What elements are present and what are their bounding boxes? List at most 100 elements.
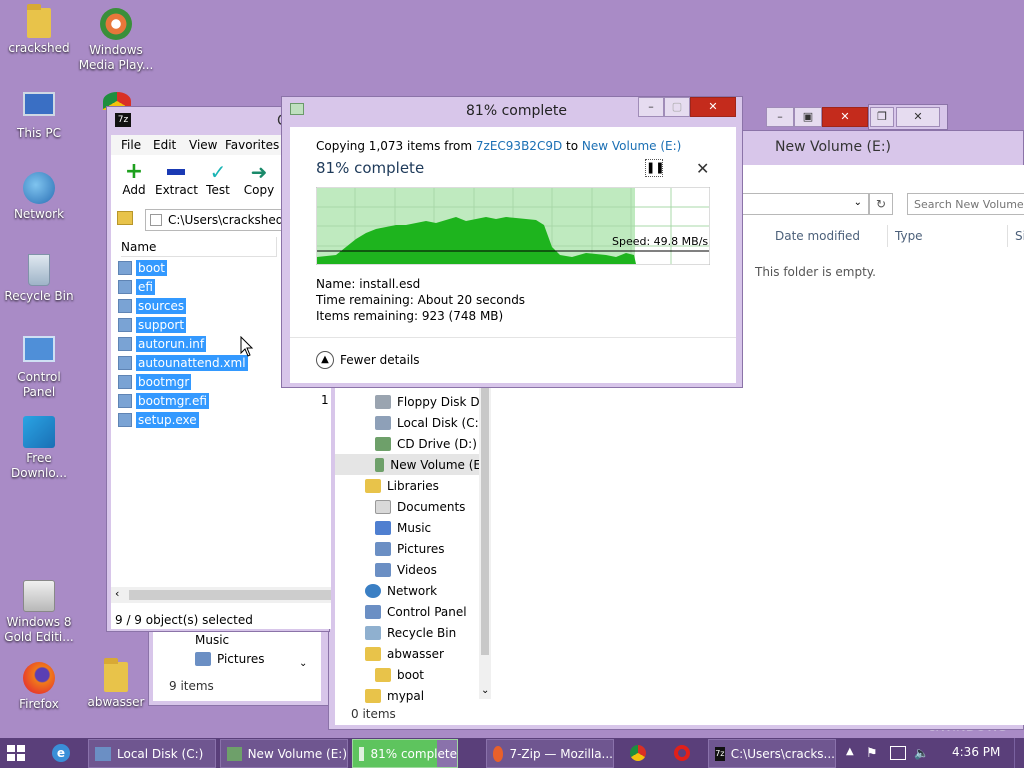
speed-label: Speed: 49.8 MB/s	[612, 235, 708, 248]
nav-item-recycle-bin[interactable]: Recycle Bin	[365, 622, 456, 643]
nav-item-pictures[interactable]: Pictures	[375, 538, 445, 559]
toolbar-extract[interactable]: Extract	[155, 161, 198, 197]
column-name[interactable]: Name	[121, 237, 277, 257]
nav-scrollbar[interactable]	[479, 387, 491, 699]
menu-favorites[interactable]: Favorites	[225, 138, 279, 152]
folder-icon	[375, 667, 391, 682]
file-row[interactable]: setup.exe	[118, 410, 199, 429]
maximize-button[interactable]: ▢	[664, 97, 690, 117]
progress-heading: 81% complete	[316, 159, 425, 177]
network-icon	[23, 172, 55, 204]
show-hidden-icons[interactable]: ▲	[846, 746, 854, 757]
nav-item-music[interactable]: Music	[375, 517, 431, 538]
toolbar-copy[interactable]: ➜ Copy	[241, 161, 277, 197]
menu-edit[interactable]: Edit	[153, 138, 176, 152]
nav-item-local-disk-c[interactable]: Local Disk (C:)	[375, 412, 481, 433]
taskbar-item-new-volume[interactable]: New Volume (E:)	[220, 739, 348, 768]
fewer-details-toggle[interactable]: ▲ Fewer details	[316, 351, 420, 369]
clock[interactable]: 4:36 PM	[952, 745, 1000, 759]
nav-item-control-panel[interactable]: Control Panel	[365, 601, 467, 622]
minimize-button[interactable]: –	[766, 107, 794, 127]
recycle-bin-icon	[28, 254, 50, 286]
desktop-icon-control-panel[interactable]: Control Panel	[1, 336, 77, 400]
desktop-icon-windows-media-player[interactable]: Windows Media Play...	[78, 8, 154, 73]
computer-icon	[23, 92, 55, 116]
horizontal-scrollbar[interactable]: ‹	[111, 587, 331, 603]
drive-icon	[375, 415, 391, 430]
network-tray-icon[interactable]	[890, 746, 906, 760]
nav-item-cd-drive[interactable]: CD Drive (D:) W	[375, 433, 481, 454]
taskbar-item-7zip[interactable]: 7z C:\Users\cracks...	[708, 739, 836, 768]
file-row[interactable]: support	[118, 315, 187, 334]
search-input[interactable]	[907, 193, 1024, 215]
nav-item-network[interactable]: Network	[365, 580, 437, 601]
ie-icon[interactable]: e	[52, 744, 70, 762]
chevron-up-icon: ▲	[316, 351, 334, 369]
menu-file[interactable]: File	[121, 138, 141, 152]
nav-item-music[interactable]: Music	[195, 629, 229, 650]
chrome-icon[interactable]	[630, 745, 646, 761]
refresh-button[interactable]: ↻	[869, 193, 893, 215]
start-button[interactable]	[6, 744, 26, 762]
action-center-flag-icon[interactable]: ⚑	[866, 746, 878, 761]
close-button[interactable]: ✕	[822, 107, 868, 127]
up-folder-icon[interactable]	[117, 211, 133, 225]
nav-item-boot[interactable]: boot	[375, 664, 424, 685]
column-date-modified[interactable]: Date modified	[775, 229, 860, 243]
menu-view[interactable]: View	[189, 138, 217, 152]
firefox-icon	[493, 745, 504, 762]
scroll-down-arrow[interactable]: ⌄	[481, 685, 489, 696]
file-row[interactable]: boot	[118, 258, 168, 277]
desktop-icon-network[interactable]: Network	[1, 172, 77, 222]
scroll-down-arrow[interactable]: ⌄	[299, 658, 307, 669]
file-row[interactable]: efi	[118, 277, 155, 296]
toolbar-test[interactable]: ✓ Test	[201, 161, 235, 197]
drive-icon	[227, 746, 242, 761]
file-row[interactable]: bootmgr.efi	[118, 391, 209, 410]
documents-icon	[375, 499, 391, 514]
desktop-icon-this-pc[interactable]: This PC	[1, 92, 77, 141]
nav-item-videos[interactable]: Videos	[375, 559, 437, 580]
toolbar-add[interactable]: + Add	[117, 161, 151, 198]
nav-item-pictures[interactable]: Pictures	[195, 648, 265, 669]
desktop-icon-free-download[interactable]: Free Downlo...	[1, 416, 77, 481]
column-type[interactable]: Type	[895, 229, 923, 243]
column-size[interactable]: Si	[1015, 229, 1024, 243]
maximize-button[interactable]: ▣	[794, 107, 822, 127]
close-button[interactable]: ✕	[690, 97, 736, 117]
file-row[interactable]: bootmgr	[118, 372, 192, 391]
divider	[290, 337, 736, 338]
opera-icon[interactable]	[674, 745, 690, 761]
minimize-button[interactable]: –	[638, 97, 664, 117]
close-button[interactable]: ✕	[896, 107, 940, 127]
pause-button[interactable]: ❚❚	[645, 159, 664, 177]
desktop-icon-windows8-gold[interactable]: Windows 8 Gold Editi...	[1, 580, 77, 645]
source-link[interactable]: 7zEC93B2C9D	[476, 139, 562, 153]
show-desktop-button[interactable]	[1014, 738, 1024, 768]
file-row[interactable]: autounattend.xml	[118, 353, 248, 372]
nav-item-abwasser[interactable]: abwasser	[365, 643, 444, 664]
test-icon: ✓	[209, 160, 227, 184]
desktop-icon-crackshed[interactable]: crackshed	[1, 4, 77, 56]
file-row[interactable]: autorun.inf	[118, 334, 207, 353]
dropdown-icon[interactable]: ⌄	[854, 197, 862, 208]
volume-muted-icon[interactable]: 🔈	[914, 746, 929, 760]
desktop-icon-recycle-bin[interactable]: Recycle Bin	[1, 254, 77, 304]
file-row[interactable]: sources	[118, 296, 187, 315]
control-panel-icon	[23, 336, 55, 362]
nav-item-floppy[interactable]: Floppy Disk Dri	[375, 391, 481, 412]
destination-link[interactable]: New Volume (E:)	[582, 139, 681, 153]
cancel-button[interactable]: ✕	[696, 159, 709, 178]
nav-item-mypal[interactable]: mypal	[365, 685, 424, 705]
nav-item-libraries[interactable]: Libraries	[365, 475, 439, 496]
taskbar-item-firefox[interactable]: 7-Zip — Mozilla...	[486, 739, 614, 768]
restore-button[interactable]: ❐	[870, 107, 894, 127]
nav-item-new-volume[interactable]: New Volume (E	[335, 454, 481, 475]
nav-item-documents[interactable]: Documents	[375, 496, 465, 517]
file-icon	[118, 393, 132, 408]
desktop-icon-abwasser[interactable]: abwasser	[78, 658, 154, 710]
taskbar-item-copy-progress[interactable]: 81% complete	[352, 739, 458, 768]
desktop-icon-firefox[interactable]: Firefox	[1, 662, 77, 712]
taskbar-item-local-disk[interactable]: Local Disk (C:)	[88, 739, 216, 768]
copy-icon: ➜	[250, 160, 268, 184]
